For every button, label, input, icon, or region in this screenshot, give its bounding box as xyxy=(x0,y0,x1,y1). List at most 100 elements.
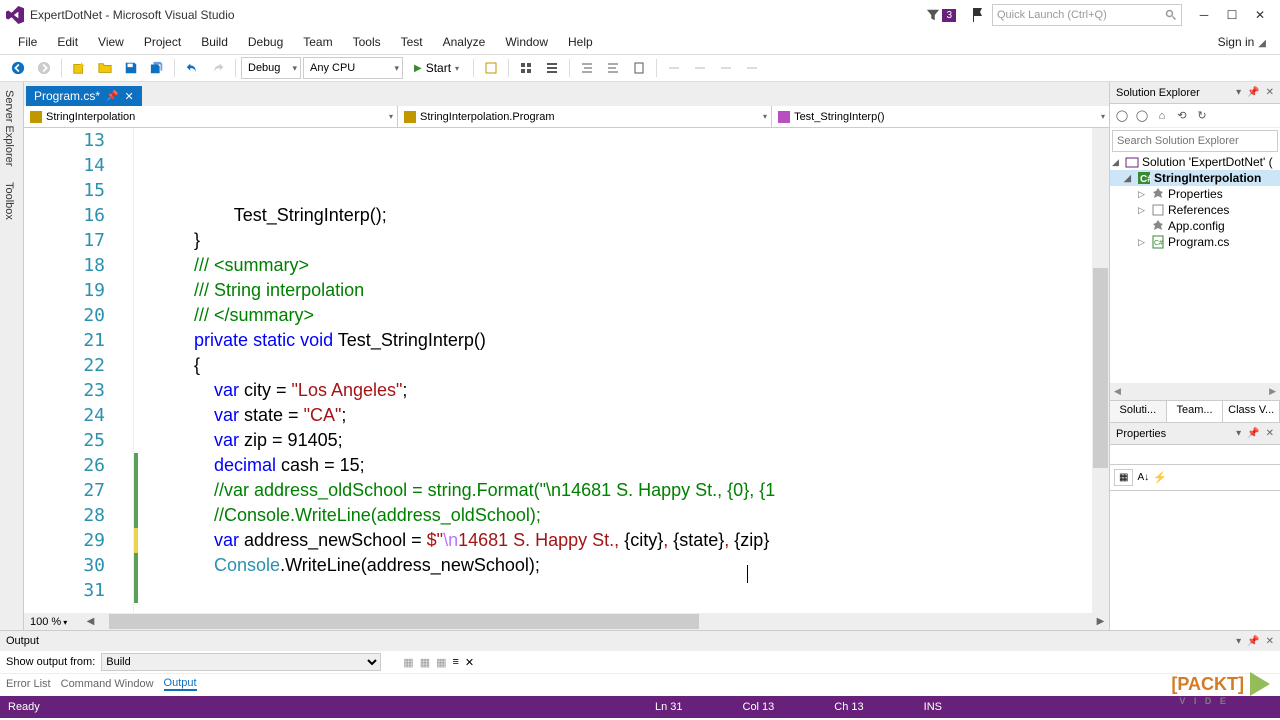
tb-icon-4[interactable] xyxy=(575,57,599,79)
output-pin-icon[interactable]: 📌 xyxy=(1247,636,1259,647)
start-button[interactable]: ▶Start▾ xyxy=(405,57,468,79)
menu-file[interactable]: File xyxy=(8,35,47,49)
menu-window[interactable]: Window xyxy=(495,35,558,49)
output-source-dropdown[interactable]: Build xyxy=(101,653,381,671)
solution-tree[interactable]: ◢Solution 'ExpertDotNet' ( ◢C#StringInte… xyxy=(1110,154,1280,383)
pin-icon[interactable]: 📌 xyxy=(106,91,118,102)
se-fwd-icon[interactable]: ◯ xyxy=(1134,108,1150,124)
solution-search-input[interactable] xyxy=(1112,130,1278,152)
menu-test[interactable]: Test xyxy=(391,35,433,49)
props-events-icon[interactable]: ⚡ xyxy=(1153,471,1167,484)
open-file-button[interactable] xyxy=(93,57,117,79)
tb-icon-2[interactable] xyxy=(514,57,538,79)
tb-icon-7[interactable] xyxy=(662,57,686,79)
save-all-button[interactable] xyxy=(145,57,169,79)
props-az-icon[interactable]: A↓ xyxy=(1137,472,1149,483)
scroll-left-icon[interactable]: ◀ xyxy=(82,616,99,627)
tree-project[interactable]: ◢C#StringInterpolation xyxy=(1110,170,1280,186)
menu-team[interactable]: Team xyxy=(293,35,342,49)
menu-view[interactable]: View xyxy=(88,35,134,49)
output-close-icon[interactable]: ✕ xyxy=(1266,636,1274,647)
menu-debug[interactable]: Debug xyxy=(238,35,293,49)
tree-properties[interactable]: ▷Properties xyxy=(1110,186,1280,202)
tb-icon-3[interactable] xyxy=(540,57,564,79)
output-tab-cmdwin[interactable]: Command Window xyxy=(61,678,154,690)
se-refresh-icon[interactable]: ↻ xyxy=(1194,108,1210,124)
toolbox-tab[interactable]: Toolbox xyxy=(0,174,23,228)
close-tab-icon[interactable]: ✕ xyxy=(124,90,133,103)
document-tab-label: Program.cs* xyxy=(34,89,100,103)
maximize-button[interactable]: ☐ xyxy=(1218,8,1246,22)
menu-edit[interactable]: Edit xyxy=(47,35,88,49)
status-ready: Ready xyxy=(8,701,40,713)
tree-programcs[interactable]: ▷C#Program.cs xyxy=(1110,234,1280,250)
se-hscroll[interactable]: ◀▶ xyxy=(1110,383,1280,400)
output-tool-4[interactable]: ≡ xyxy=(453,656,459,668)
tree-appconfig[interactable]: App.config xyxy=(1110,218,1280,234)
output-tool-1[interactable]: ▦ xyxy=(403,656,413,669)
nav-fwd-button[interactable] xyxy=(32,57,56,79)
signin-link[interactable]: Sign in◢ xyxy=(1218,35,1272,49)
props-pin-icon[interactable]: 📌 xyxy=(1247,428,1259,439)
panel-pin-icon[interactable]: 📌 xyxy=(1247,87,1259,98)
vs-logo-icon xyxy=(6,6,24,24)
tb-icon-1[interactable] xyxy=(479,57,503,79)
quicklaunch-input[interactable]: Quick Launch (Ctrl+Q) xyxy=(992,4,1182,26)
panel-tab-classview[interactable]: Class V... xyxy=(1223,401,1280,422)
toolbar: Debug Any CPU ▶Start▾ xyxy=(0,54,1280,82)
tb-icon-6[interactable] xyxy=(627,57,651,79)
tree-solution[interactable]: ◢Solution 'ExpertDotNet' ( xyxy=(1110,154,1280,170)
props-close-icon[interactable]: ✕ xyxy=(1266,428,1274,439)
platform-dropdown[interactable]: Any CPU xyxy=(303,57,403,79)
nav-class[interactable]: StringInterpolation.Program xyxy=(398,106,772,127)
menu-tools[interactable]: Tools xyxy=(343,35,391,49)
props-dropdown-icon[interactable]: ▾ xyxy=(1236,428,1241,439)
menu-help[interactable]: Help xyxy=(558,35,603,49)
output-tool-2[interactable]: ▦ xyxy=(420,656,430,669)
nav-back-button[interactable] xyxy=(6,57,30,79)
horizontal-scrollbar[interactable]: 100 % ◀ ▶ xyxy=(24,613,1109,630)
panel-dropdown-icon[interactable]: ▾ xyxy=(1236,87,1241,98)
vertical-scrollbar[interactable] xyxy=(1092,128,1109,613)
solution-explorer-toolbar: ◯ ◯ ⌂ ⟲ ↻ xyxy=(1110,104,1280,128)
se-back-icon[interactable]: ◯ xyxy=(1114,108,1130,124)
panel-tab-team[interactable]: Team... xyxy=(1167,401,1224,422)
properties-header: Properties ▾📌✕ xyxy=(1110,423,1280,445)
document-tab[interactable]: Program.cs* 📌 ✕ xyxy=(26,86,142,106)
notification-filter[interactable]: 3 xyxy=(926,8,956,22)
output-tool-5[interactable]: ✕ xyxy=(465,656,474,669)
menu-project[interactable]: Project xyxy=(134,35,191,49)
menu-build[interactable]: Build xyxy=(191,35,238,49)
output-tab-output[interactable]: Output xyxy=(164,677,197,691)
undo-button[interactable] xyxy=(180,57,204,79)
output-tool-3[interactable]: ▦ xyxy=(436,656,446,669)
code-editor[interactable]: 13141516171819202122232425262728293031 T… xyxy=(24,128,1109,613)
output-tab-errorlist[interactable]: Error List xyxy=(6,678,51,690)
tb-icon-9[interactable] xyxy=(714,57,738,79)
panel-close-icon[interactable]: ✕ xyxy=(1266,87,1274,98)
redo-button[interactable] xyxy=(206,57,230,79)
flag-icon[interactable] xyxy=(970,7,986,23)
tb-icon-8[interactable] xyxy=(688,57,712,79)
nav-namespace[interactable]: StringInterpolation xyxy=(24,106,398,127)
panel-tab-solution[interactable]: Soluti... xyxy=(1110,401,1167,422)
scroll-right-icon[interactable]: ▶ xyxy=(1092,616,1109,627)
server-explorer-tab[interactable]: Server Explorer xyxy=(0,82,23,174)
config-dropdown[interactable]: Debug xyxy=(241,57,301,79)
close-button[interactable]: ✕ xyxy=(1246,8,1274,22)
se-home-icon[interactable]: ⌂ xyxy=(1154,108,1170,124)
zoom-dropdown[interactable]: 100 % xyxy=(24,616,82,628)
props-cat-icon[interactable]: ▦ xyxy=(1114,469,1133,486)
tree-references[interactable]: ▷References xyxy=(1110,202,1280,218)
new-project-button[interactable] xyxy=(67,57,91,79)
se-sync-icon[interactable]: ⟲ xyxy=(1174,108,1190,124)
nav-method[interactable]: Test_StringInterp() xyxy=(772,106,1109,127)
output-dropdown-icon[interactable]: ▾ xyxy=(1236,636,1241,647)
minimize-button[interactable]: ─ xyxy=(1190,8,1218,22)
menu-analyze[interactable]: Analyze xyxy=(433,35,496,49)
tb-icon-5[interactable] xyxy=(601,57,625,79)
output-panel: Output ▾📌✕ Show output from: Build ▦ ▦ ▦… xyxy=(0,630,1280,696)
save-button[interactable] xyxy=(119,57,143,79)
tb-icon-10[interactable] xyxy=(740,57,764,79)
funnel-icon xyxy=(926,8,940,22)
